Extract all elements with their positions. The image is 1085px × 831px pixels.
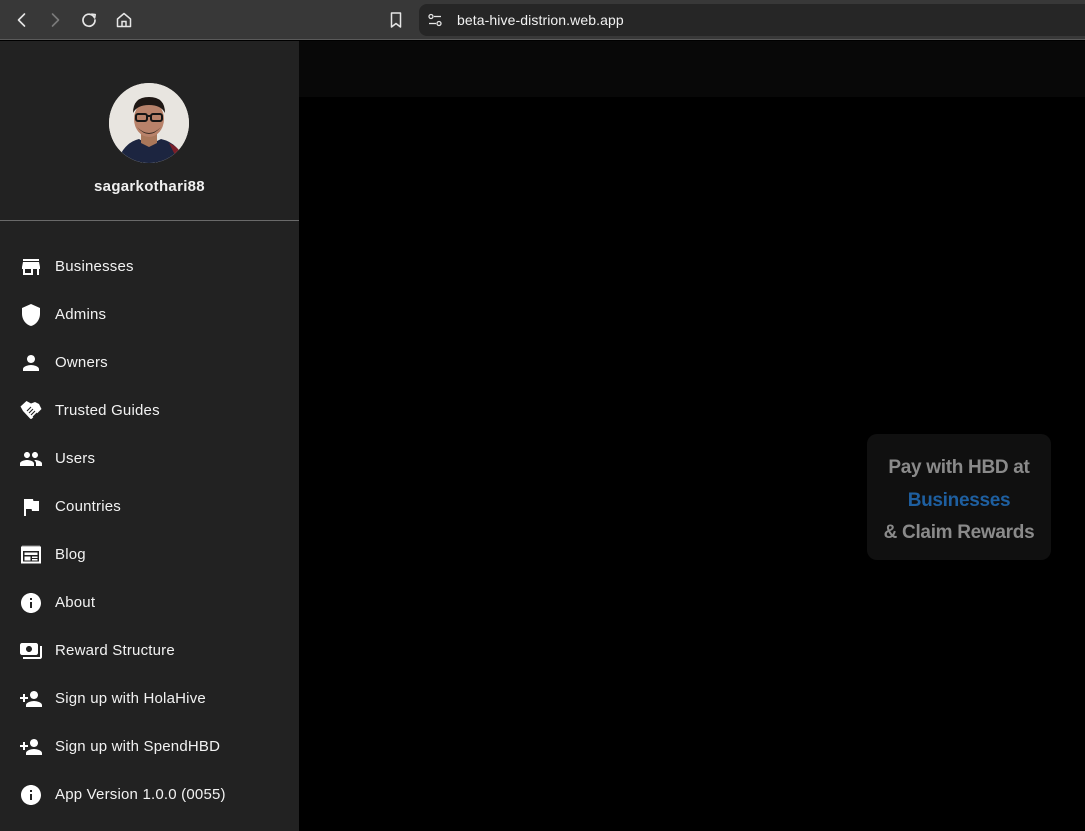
sidebar-item-label: Countries (55, 498, 121, 515)
store-icon (22, 259, 40, 275)
forward-button[interactable] (43, 8, 67, 32)
payments-icon (20, 643, 42, 659)
person-add-icon (20, 739, 42, 755)
sidebar-item-businesses[interactable]: Businesses (0, 243, 299, 291)
app-bar (299, 41, 1085, 97)
info-icon (21, 593, 41, 613)
sidebar-item-label: App Version 1.0.0 (0055) (55, 786, 226, 803)
sidebar-item-label: Owners (55, 354, 108, 371)
person-icon (23, 355, 39, 371)
sidebar-item-signup-holahive[interactable]: Sign up with HolaHive (0, 675, 299, 723)
handshake-icon (20, 401, 42, 419)
reload-icon (82, 13, 96, 28)
sidebar-item-label: Admins (55, 306, 107, 323)
site-settings-icon[interactable] (427, 12, 443, 28)
forward-icon (51, 13, 60, 27)
shield-icon (22, 304, 40, 326)
back-button[interactable] (10, 8, 34, 32)
main-content: Pay with HBD at Businesses & Claim Rewar… (299, 41, 1085, 831)
info-icon (21, 785, 41, 805)
sidebar-item-admins[interactable]: Admins (0, 291, 299, 339)
sidebar-item-blog[interactable]: Blog (0, 531, 299, 579)
sidebar-item-label: Blog (55, 546, 86, 563)
sidebar-item-users[interactable]: Users (0, 435, 299, 483)
flag-icon (24, 499, 39, 516)
promo-card: Pay with HBD at Businesses & Claim Rewar… (867, 434, 1051, 560)
username: sagarkothari88 (94, 178, 205, 195)
promo-line-1: Pay with HBD at (888, 457, 1030, 478)
browser-toolbar: beta-hive-distrion.web.app (0, 0, 1085, 40)
sidebar-menu: Businesses Admins Owners Trusted Guides … (0, 243, 299, 819)
sidebar-item-label: Reward Structure (55, 642, 175, 659)
sidebar-item-countries[interactable]: Countries (0, 483, 299, 531)
sidebar-item-label: Users (55, 450, 96, 467)
avatar-photo (109, 83, 189, 163)
address-bar[interactable]: beta-hive-distrion.web.app (419, 4, 1085, 36)
back-icon (17, 13, 26, 27)
reload-button[interactable] (77, 8, 101, 32)
home-button[interactable] (112, 8, 136, 32)
sidebar-item-label: Trusted Guides (55, 402, 160, 419)
sidebar-item-label: Businesses (55, 258, 134, 275)
avatar[interactable] (109, 83, 189, 163)
sidebar-divider (0, 220, 299, 221)
sidebar-item-label: Sign up with HolaHive (55, 690, 206, 707)
newspaper-icon (21, 545, 41, 564)
sidebar-item-app-version[interactable]: App Version 1.0.0 (0055) (0, 771, 299, 819)
home-icon (116, 12, 132, 28)
bookmark-icon (390, 12, 402, 28)
sidebar: sagarkothari88 Businesses Admins Owners … (0, 41, 299, 831)
sidebar-item-label: Sign up with SpendHBD (55, 738, 221, 755)
promo-businesses-link[interactable]: Businesses (867, 485, 1051, 518)
person-add-icon (20, 691, 42, 707)
sidebar-item-trusted-guides[interactable]: Trusted Guides (0, 387, 299, 435)
sidebar-item-label: About (55, 594, 96, 611)
sidebar-item-reward-structure[interactable]: Reward Structure (0, 627, 299, 675)
url-text[interactable]: beta-hive-distrion.web.app (457, 12, 624, 28)
people-icon (20, 452, 42, 466)
sidebar-item-owners[interactable]: Owners (0, 339, 299, 387)
bookmark-button[interactable] (384, 8, 408, 32)
profile-header: sagarkothari88 (0, 41, 299, 221)
sidebar-item-signup-spendhbd[interactable]: Sign up with SpendHBD (0, 723, 299, 771)
promo-line-3: & Claim Rewards (883, 522, 1035, 543)
sidebar-item-about[interactable]: About (0, 579, 299, 627)
